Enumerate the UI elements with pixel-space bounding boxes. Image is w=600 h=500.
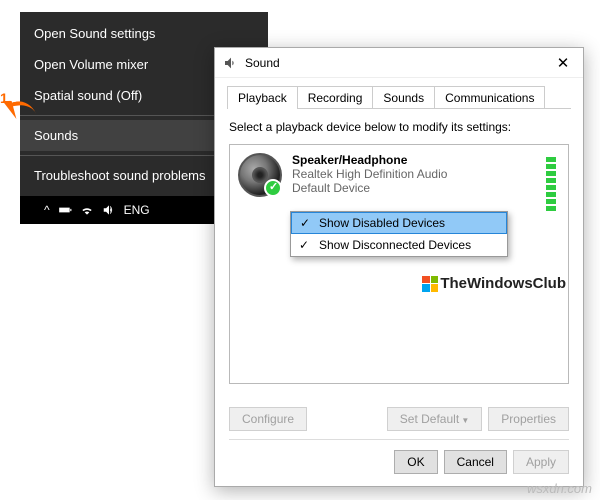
level-meter — [546, 157, 556, 211]
default-check-icon — [264, 179, 282, 197]
device-name: Speaker/Headphone — [292, 153, 447, 167]
volume-icon[interactable] — [102, 203, 116, 217]
sound-icon — [223, 55, 239, 71]
set-default-button[interactable]: Set Default — [387, 407, 483, 431]
tab-playback[interactable]: Playback — [227, 86, 298, 109]
source-watermark: wsxdn.com — [527, 481, 592, 496]
close-button[interactable]: ✕ — [543, 48, 583, 78]
device-item[interactable]: Speaker/Headphone Realtek High Definitio… — [238, 153, 560, 197]
device-status: Default Device — [292, 181, 447, 195]
ok-button[interactable]: OK — [394, 450, 437, 474]
device-list[interactable]: Speaker/Headphone Realtek High Definitio… — [229, 144, 569, 384]
speaker-icon — [238, 153, 282, 197]
sound-dialog: Sound ✕ Playback Recording Sounds Commun… — [214, 47, 584, 487]
dialog-body: Select a playback device below to modify… — [215, 110, 583, 401]
wifi-icon — [80, 203, 94, 217]
arrow-icon — [3, 101, 17, 119]
cancel-button[interactable]: Cancel — [444, 450, 507, 474]
configure-button[interactable]: Configure — [229, 407, 307, 431]
device-text: Speaker/Headphone Realtek High Definitio… — [292, 153, 447, 197]
watermark: TheWindowsClub — [422, 275, 566, 292]
windows-logo-icon — [422, 276, 438, 292]
power-icon: ^ — [44, 203, 50, 217]
menu-show-disabled[interactable]: Show Disabled Devices — [291, 212, 507, 234]
dialog-title: Sound — [245, 56, 543, 70]
titlebar: Sound ✕ — [215, 48, 583, 78]
menu-show-disconnected[interactable]: Show Disconnected Devices — [291, 234, 507, 256]
instruction-text: Select a playback device below to modify… — [229, 120, 569, 134]
tab-sounds[interactable]: Sounds — [372, 86, 435, 109]
battery-icon — [58, 203, 72, 217]
device-context-menu: Show Disabled Devices Show Disconnected … — [290, 211, 508, 257]
device-buttons: Configure Set Default Properties — [215, 401, 583, 437]
menu-open-sound-settings[interactable]: Open Sound settings — [20, 18, 268, 49]
dialog-actions: OK Cancel Apply — [215, 442, 583, 486]
tab-communications[interactable]: Communications — [434, 86, 545, 109]
properties-button[interactable]: Properties — [488, 407, 569, 431]
device-driver: Realtek High Definition Audio — [292, 167, 447, 181]
taskbar-lang[interactable]: ENG — [124, 203, 150, 217]
apply-button[interactable]: Apply — [513, 450, 569, 474]
tab-recording[interactable]: Recording — [297, 86, 374, 109]
tabs: Playback Recording Sounds Communications — [215, 78, 583, 109]
